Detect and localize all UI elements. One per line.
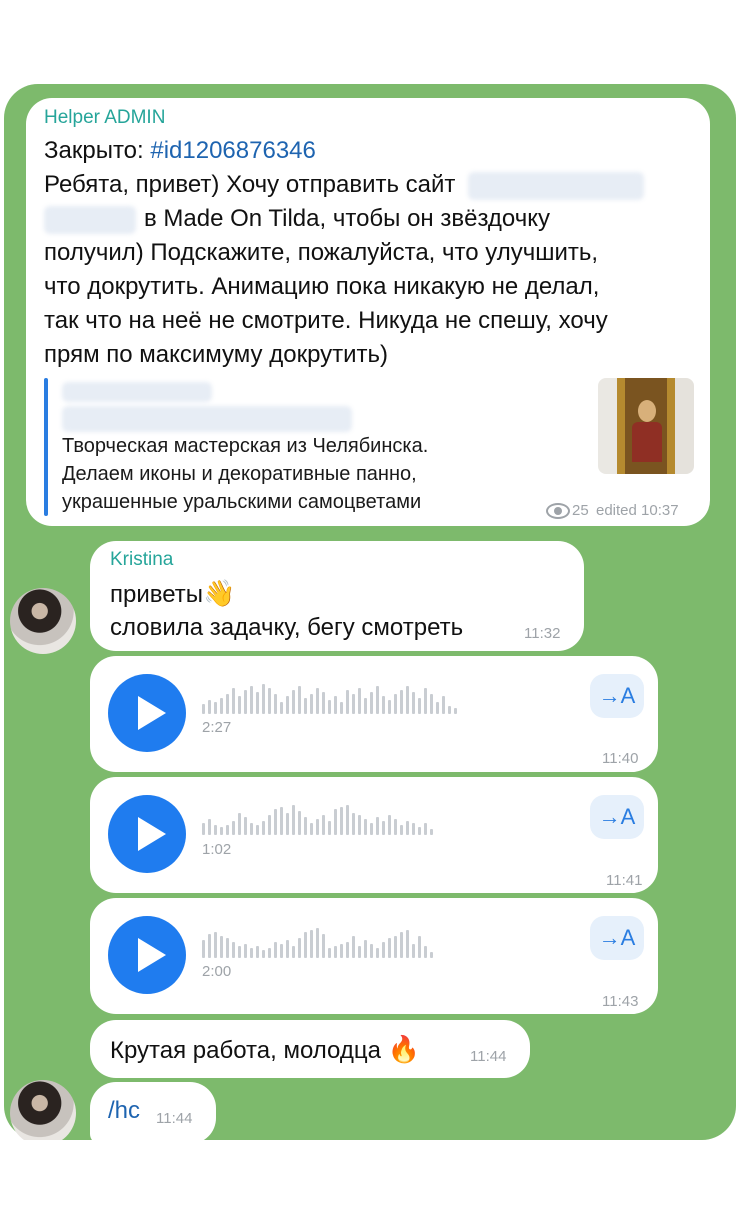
transcribe-button[interactable]: →A (590, 674, 644, 718)
message-time: 11:43 (602, 993, 639, 1010)
message-line: Ребята, привет) Хочу отправить сайт (44, 168, 645, 202)
closed-label: Закрыто: (44, 137, 144, 164)
link-preview-thumbnail[interactable] (598, 378, 694, 474)
redacted-preview-title (62, 406, 352, 432)
transcribe-button[interactable]: →A (590, 795, 644, 839)
message-time: 11:32 (524, 625, 561, 642)
waveform[interactable] (202, 684, 457, 714)
play-icon[interactable] (108, 674, 186, 752)
message-text: Ребята, привет) Хочу отправить сайт (44, 171, 456, 198)
avatar[interactable] (10, 1080, 76, 1146)
message-time: 11:41 (606, 872, 643, 889)
waveform[interactable] (202, 805, 433, 835)
message-bubble-admin[interactable]: Helper ADMIN Закрыто: #id1206876346 Ребя… (26, 98, 710, 526)
transcribe-button[interactable]: →A (590, 916, 644, 960)
redacted-preview-site (62, 382, 212, 402)
message-line: Закрыто: #id1206876346 (44, 134, 316, 168)
message-line: в Made On Tilda, чтобы он звёздочку (44, 202, 550, 236)
message-time: 11:40 (602, 750, 639, 767)
message-line: что докрутить. Анимацию пока никакую не … (44, 273, 600, 300)
redacted-link (44, 205, 136, 234)
play-icon[interactable] (108, 916, 186, 994)
voice-message[interactable]: 2:00 →A 11:43 (90, 898, 658, 1014)
message-bubble-kristina[interactable]: Kristina приветы👋 словила задачку, бегу … (90, 541, 584, 651)
fire-emoji: 🔥 (387, 1034, 421, 1064)
message-time: 11:44 (156, 1110, 193, 1127)
views-icon (546, 503, 570, 519)
voice-message[interactable]: 1:02 →A 11:41 (90, 777, 658, 893)
message-text: приветы (110, 581, 204, 608)
voice-duration: 2:27 (202, 719, 232, 736)
play-icon[interactable] (108, 795, 186, 873)
avatar[interactable] (10, 588, 76, 654)
message-line: прям по максимуму докрутить) (44, 341, 389, 368)
message-text: в Made On Tilda, чтобы он звёздочку (144, 205, 551, 232)
ticket-id-link[interactable]: #id1206876346 (150, 137, 316, 164)
page-bottom (0, 1140, 740, 1220)
message-line: Крутая работа, молодца 🔥 (110, 1032, 420, 1068)
message-bubble[interactable]: Крутая работа, молодца 🔥 11:44 (90, 1020, 530, 1078)
message-time: 11:44 (470, 1048, 507, 1065)
sender-name: Kristina (110, 549, 174, 570)
voice-message[interactable]: 2:27 →A 11:40 (90, 656, 658, 772)
redacted-link (468, 171, 645, 200)
link-preview-description: украшенные уральскими самоцветами (62, 491, 422, 513)
link-preview-description: Делаем иконы и декоративные панно, (62, 463, 417, 485)
link-preview-bar (44, 378, 48, 516)
wave-emoji: 👋 (203, 578, 236, 608)
waveform[interactable] (202, 928, 433, 958)
message-line: словила задачку, бегу смотреть (110, 614, 464, 641)
message-line: приветы👋 (110, 576, 235, 612)
sender-name: Helper ADMIN (44, 107, 166, 128)
voice-duration: 2:00 (202, 963, 232, 980)
message-line: так что на неё не смотрите. Никуда не сп… (44, 307, 608, 334)
voice-duration: 1:02 (202, 841, 232, 858)
edited-time: edited 10:37 (596, 502, 679, 519)
link-preview-description: Творческая мастерская из Челябинска. (62, 435, 429, 457)
views-count: 25 (572, 502, 589, 519)
message-text: Крутая работа, молодца (110, 1037, 381, 1064)
message-bubble[interactable]: /hc 11:44 (90, 1082, 216, 1144)
command-link[interactable]: /hc (108, 1094, 140, 1128)
message-line: получил) Подскажите, пожалуйста, что улу… (44, 239, 599, 266)
